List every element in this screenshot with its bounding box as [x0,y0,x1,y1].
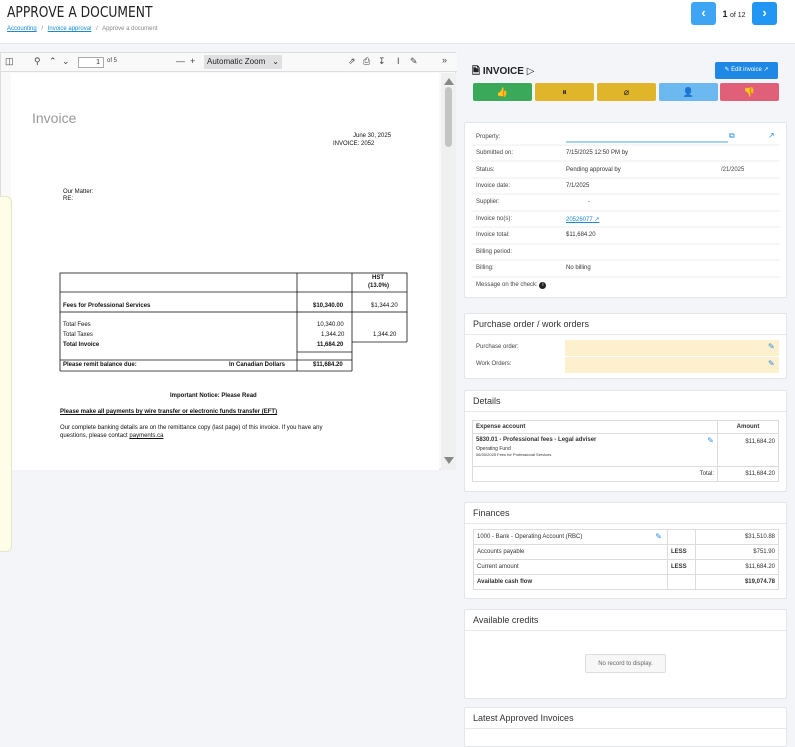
external-link-icon[interactable]: ↗ [768,131,775,140]
table-row: Accounts payable LESS $751.90 [473,544,779,560]
finance-modifier [667,529,696,545]
latest-approved-card: Latest Approved Invoices [464,707,787,747]
finance-amount: $11,684.20 [695,559,779,575]
table-row: Current amount LESS $11,684.20 [473,559,779,575]
supplier-value: - [588,199,590,205]
invoice-number-label: Invoice no(s): [476,216,513,222]
finance-bank-account: 1000 - Bank - Operating Account (RBC) [477,534,583,540]
invoice-number-link[interactable]: 20526077 ↗ [566,216,599,223]
expense-account-name: 5830.01 - Professional fees - Legal advi… [476,437,597,443]
table-row: 5830.01 - Professional fees - Legal advi… [472,433,779,467]
message-label: Message on the check: i [476,282,547,289]
details-total-amount: $11,684.20 [717,466,779,482]
billing-value: No billing [566,265,591,271]
finance-amount: $19,074.78 [695,574,779,590]
supplier-label: Supplier: [476,199,500,205]
purchase-order-field[interactable] [565,340,779,356]
work-orders-label: Work Orders: [476,361,512,367]
invoice-total-value: $11,684.20 [566,232,596,238]
col-amount: Amount [717,420,779,434]
details-total-label: Total: [472,466,718,482]
finance-amount: $31,510.88 [695,529,779,545]
finance-label: Current amount [473,559,668,575]
finance-modifier [667,574,696,590]
billing-label: Billing: [476,265,494,271]
submitted-on-label: Submitted on: [476,150,514,156]
edit-purchase-order-icon[interactable]: ✎ [768,342,775,351]
purchase-order-label: Purchase order: [476,344,519,350]
invoice-number-value: 20526077 [566,217,593,223]
no-records-message: No record to display. [585,654,666,673]
property-label: Property: [476,134,501,140]
details-total-row: Total: $11,684.20 [472,466,779,482]
edit-work-orders-icon[interactable]: ✎ [768,359,775,368]
latest-approved-title: Latest Approved Invoices [465,708,786,729]
col-expense-account: Expense account [472,420,718,434]
work-orders-field[interactable] [565,357,779,373]
billing-period-label: Billing period: [476,249,513,255]
external-link-icon: ↗ [594,217,600,223]
edit-expense-icon[interactable]: ✎ [707,436,714,445]
table-row: 1000 - Bank - Operating Account (RBC) ✎ $… [473,529,779,545]
invoice-date-value: 7/1/2025 [566,183,590,189]
details-header-row: Expense account Amount [472,420,779,434]
table-row: Available cash flow $19,074.78 [473,574,779,590]
finances-table: 1000 - Bank - Operating Account (RBC) ✎ $… [473,529,779,590]
finances-title: Finances [465,503,786,524]
finance-modifier: LESS [667,559,696,575]
finance-label: 1000 - Bank - Operating Account (RBC) ✎ [473,529,668,545]
expense-amount: $11,684.20 [717,433,779,467]
expense-account-cell: 5830.01 - Professional fees - Legal advi… [472,433,718,467]
available-credits-title: Available credits [465,610,786,631]
details-title: Details [465,391,786,412]
edit-bank-account-icon[interactable]: ✎ [655,532,662,541]
finance-label: Accounts payable [473,544,668,560]
finance-amount: $751.90 [695,544,779,560]
status-value: Pending approval by [566,167,621,173]
submitted-on-value: 7/15/2025 12:50 PM by [566,150,629,156]
purchase-order-title: Purchase order / work orders [465,314,786,335]
info-icon[interactable]: i [539,282,547,289]
finance-label: Available cash flow [473,574,668,590]
invoice-total-label: Invoice total: [476,232,510,238]
property-link-icon[interactable]: ⧉ [729,131,735,141]
details-table: Expense account Amount 5830.01 - Profess… [472,420,779,482]
status-label: Status: [476,167,495,173]
message-label-text: Message on the check: [476,282,538,288]
expense-description: 06/30/2025 Fees for Professional Service… [476,452,552,457]
status-date: /21/2025 [721,167,745,173]
finance-modifier: LESS [667,544,696,560]
invoice-date-label: Invoice date: [476,183,511,189]
